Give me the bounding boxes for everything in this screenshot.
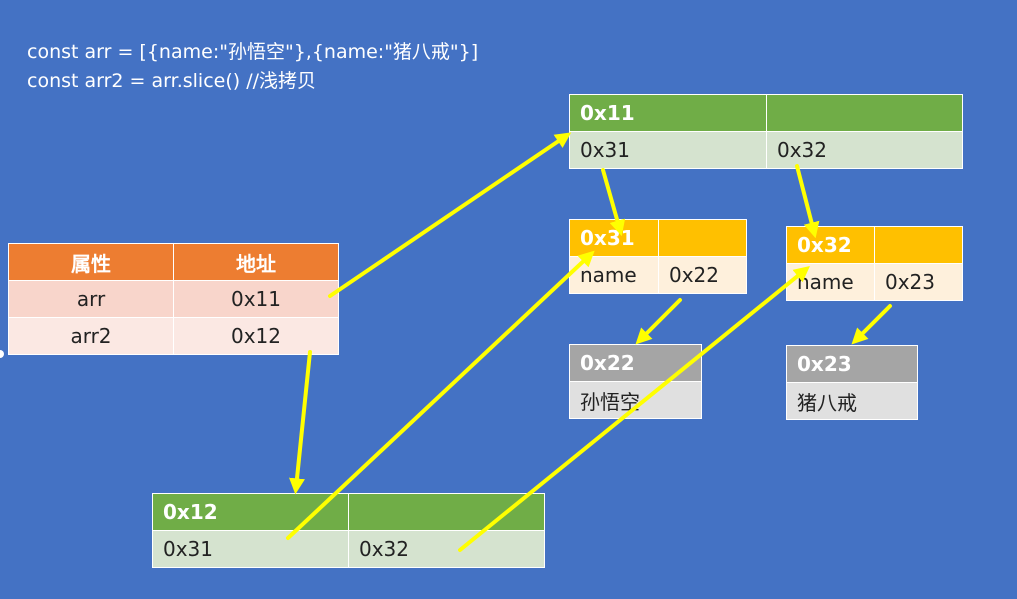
array-box-0x12: 0x12 0x31 0x32 xyxy=(152,493,545,568)
table-row: arr2 0x12 xyxy=(8,317,339,355)
cell-addr-arr2: 0x12 xyxy=(173,317,339,355)
array-title: 0x12 xyxy=(152,493,349,531)
array-box-0x11: 0x11 0x31 0x32 xyxy=(569,94,963,169)
object-box-0x31: 0x31 name 0x22 xyxy=(569,219,747,294)
code-line-2: const arr2 = arr.slice() //浅拷贝 xyxy=(27,70,317,92)
string-title: 0x22 xyxy=(569,344,702,382)
object-title: 0x32 xyxy=(786,226,875,264)
table-row: arr 0x11 xyxy=(8,280,339,318)
array-cell-1: 0x32 xyxy=(766,131,963,169)
arrow-0x32-to-0x23 xyxy=(851,304,892,345)
arrow-arr2-to-0x12 xyxy=(289,350,312,495)
property-address-table: 属性 地址 arr 0x11 arr2 0x12 xyxy=(8,243,339,355)
string-box-0x23: 0x23 猪八戒 xyxy=(786,345,918,420)
header-address: 地址 xyxy=(173,243,339,281)
array-cell-0: 0x31 xyxy=(152,530,349,568)
array-cell-0: 0x31 xyxy=(569,131,767,169)
cell-prop-arr: arr xyxy=(8,280,174,318)
array-title: 0x11 xyxy=(569,94,767,132)
cell-prop-arr2: arr2 xyxy=(8,317,174,355)
string-value: 猪八戒 xyxy=(786,382,918,420)
arrow-0x11-to-0x32 xyxy=(795,164,820,239)
slide-edge-dot xyxy=(0,350,4,358)
table-header-row: 属性 地址 xyxy=(8,243,339,281)
object-key: name xyxy=(786,263,875,301)
code-line-1: const arr = [{name:"孙悟空"},{name:"猪八戒"}] xyxy=(27,41,479,63)
object-title: 0x31 xyxy=(569,219,659,257)
array-cell-1: 0x32 xyxy=(348,530,545,568)
object-box-0x32: 0x32 name 0x23 xyxy=(786,226,963,301)
arrow-arr-to-0x11 xyxy=(328,132,572,298)
string-value: 孙悟空 xyxy=(569,381,702,419)
object-value: 0x23 xyxy=(874,263,963,301)
string-box-0x22: 0x22 孙悟空 xyxy=(569,344,702,419)
object-value: 0x22 xyxy=(658,256,747,294)
arrow-0x31-to-0x22 xyxy=(635,298,682,345)
header-property: 属性 xyxy=(8,243,174,281)
string-title: 0x23 xyxy=(786,345,918,383)
cell-addr-arr: 0x11 xyxy=(173,280,339,318)
object-key: name xyxy=(569,256,659,294)
